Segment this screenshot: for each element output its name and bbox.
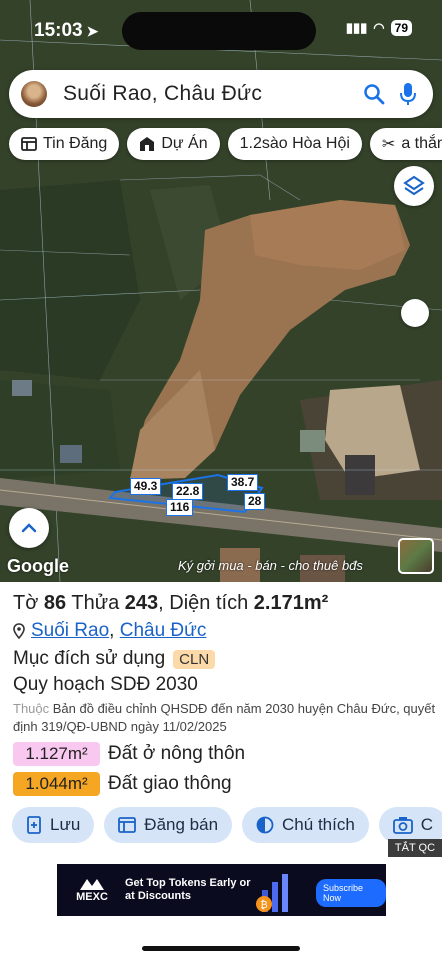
- pin-icon: [13, 623, 25, 639]
- status-indicators: ▮▮▮ ◠ 79: [346, 20, 412, 36]
- avatar[interactable]: [21, 81, 47, 107]
- filter-chips: Tin Đăng Dự Án 1.2sào Hòa Hội ✂ a thắng: [9, 128, 442, 160]
- camera-button[interactable]: C: [378, 807, 442, 843]
- plan-note: Thuộc Bản đồ điều chỉnh QHSDĐ đến năm 20…: [13, 701, 436, 734]
- parcel-location: Suối Rao, Châu Đức: [13, 620, 206, 642]
- map-handle[interactable]: [401, 299, 429, 327]
- chip-du-an[interactable]: Dự Án: [127, 128, 220, 160]
- bitcoin-chart-graphic: ₿: [256, 874, 288, 912]
- chevron-up-icon: [21, 523, 37, 533]
- status-time: 15:03 ➤: [34, 20, 99, 41]
- wifi-icon: ◠: [373, 20, 385, 35]
- chip-tin-dang[interactable]: Tin Đăng: [9, 128, 120, 160]
- dimension-label: 49.3: [130, 478, 162, 495]
- search-icon[interactable]: [357, 77, 391, 111]
- land-area-badge: 1.127m²: [13, 742, 100, 766]
- parcel-title: Tờ 86 Thửa 243, Diện tích 2.171m²: [13, 592, 329, 614]
- chip-saved-place[interactable]: 1.2sào Hòa Hội: [227, 128, 362, 160]
- post-listing-button[interactable]: Đăng bán: [104, 807, 233, 843]
- purpose-badge: CLN: [173, 649, 216, 669]
- expand-panel-button[interactable]: [9, 508, 49, 548]
- subscribe-button[interactable]: Subscribe Now: [316, 879, 386, 907]
- dimension-label: 38.7: [227, 474, 259, 491]
- search-query[interactable]: Suối Rao, Châu Đức: [63, 82, 357, 106]
- google-logo: Google: [7, 556, 69, 576]
- land-use-row: 1.044m² Đất giao thông: [13, 772, 232, 796]
- legend-button[interactable]: Chú thích: [242, 807, 369, 843]
- battery-icon: 79: [390, 20, 412, 36]
- dimension-label: 22.8: [172, 483, 204, 500]
- hide-ads-button[interactable]: TẮT QC: [388, 839, 442, 857]
- search-bar[interactable]: Suối Rao, Châu Đức: [9, 70, 433, 118]
- map-watermark: Ký gởi mua - bán - cho thuê bđs: [178, 558, 363, 573]
- dynamic-island: [122, 12, 316, 50]
- land-area-badge: 1.044m²: [13, 772, 100, 796]
- chip-a-thang[interactable]: ✂ a thắng: [369, 128, 442, 160]
- building-icon: [140, 137, 155, 151]
- listing-icon: [118, 817, 137, 833]
- home-indicator: [142, 946, 300, 951]
- parcel-info-panel: Tờ 86 Thửa 243, Diện tích 2.171m² Suối R…: [0, 582, 442, 960]
- action-buttons: Lưu Đăng bán Chú thích C: [12, 807, 442, 843]
- camera-icon: [392, 817, 413, 834]
- status-bar: 15:03 ➤ ▮▮▮ ◠ 79: [0, 0, 442, 60]
- ad-headline: Get Top Tokens Early or at Discounts: [125, 877, 251, 902]
- street-view-thumbnail[interactable]: [398, 538, 434, 574]
- svg-text:₿: ₿: [260, 899, 267, 911]
- plan-title: Quy hoạch SDĐ 2030: [13, 674, 198, 695]
- contrast-icon: [256, 816, 274, 834]
- ad-banner[interactable]: MEXC Get Top Tokens Early or at Discount…: [57, 864, 386, 916]
- dimension-label: 116: [166, 499, 194, 516]
- list-icon: [21, 137, 37, 151]
- dimension-label: 28: [244, 493, 266, 510]
- bookmark-plus-icon: [27, 816, 41, 834]
- save-button[interactable]: Lưu: [12, 807, 95, 843]
- location-arrow-icon: ➤: [86, 23, 99, 39]
- mic-icon[interactable]: [391, 77, 425, 111]
- signal-icon: ▮▮▮: [345, 20, 368, 35]
- mexc-logo-mark: [80, 879, 104, 890]
- district-link[interactable]: Châu Đức: [120, 620, 207, 641]
- layers-icon: [403, 175, 425, 196]
- land-purpose: Mục đích sử dụng CLN: [13, 648, 216, 670]
- layers-button[interactable]: [394, 166, 434, 206]
- commune-link[interactable]: Suối Rao: [31, 620, 109, 641]
- tools-icon: ✂: [381, 136, 396, 153]
- land-use-row: 1.127m² Đất ở nông thôn: [13, 742, 245, 766]
- mexc-logo: MEXC: [61, 877, 123, 903]
- satellite-map[interactable]: 15:03 ➤ ▮▮▮ ◠ 79 Suối Rao, Châu Đức Tin Đ…: [0, 0, 442, 582]
